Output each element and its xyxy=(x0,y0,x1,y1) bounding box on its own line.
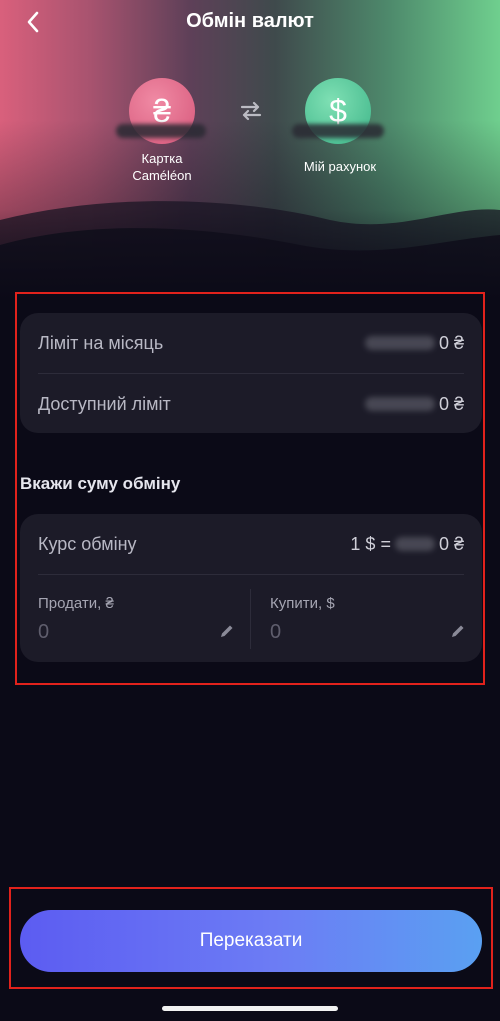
hero-fade xyxy=(0,0,500,300)
hero-gradient xyxy=(0,0,500,300)
highlight-outline-form xyxy=(15,292,485,685)
from-account-balance-hidden xyxy=(116,124,206,138)
from-account-label-line1: Картка xyxy=(141,151,183,166)
swap-arrows-icon[interactable] xyxy=(236,96,266,126)
from-account-label: Картка Caméléon xyxy=(110,150,214,184)
to-account-label: Мій рахунок xyxy=(303,159,377,174)
to-account-balance-hidden xyxy=(292,124,384,138)
highlight-outline-button xyxy=(9,887,493,989)
from-account-label-line2: Caméléon xyxy=(132,168,192,183)
page-title: Обмін валют xyxy=(186,10,314,32)
home-indicator[interactable] xyxy=(162,1006,338,1011)
